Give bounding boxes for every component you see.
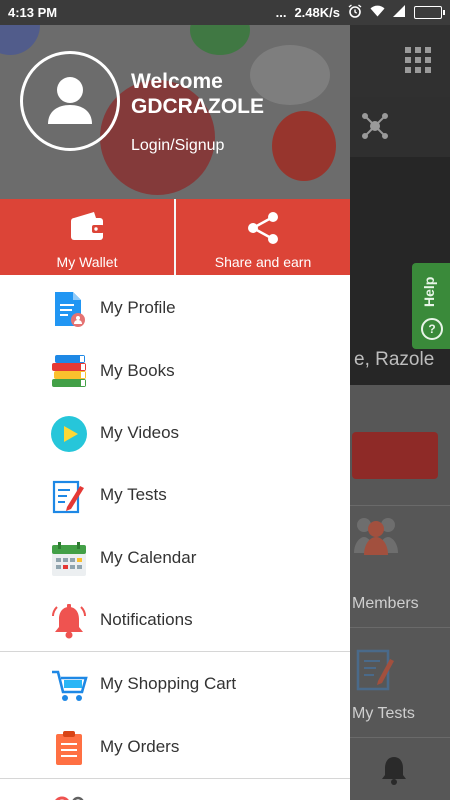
wallet-icon [70, 211, 104, 244]
drawer-header: Welcome GDCRAZOLE Login/Signup [0, 25, 350, 199]
username: GDCRAZOLE [131, 95, 264, 118]
decor-blob [272, 111, 336, 181]
background-divider [350, 627, 450, 628]
menu-item-my-orders[interactable]: My Orders [0, 716, 350, 778]
decor-blob [190, 25, 250, 55]
decor-blob [0, 25, 40, 55]
background-divider [350, 505, 450, 506]
welcome-label: Welcome [131, 70, 223, 93]
tests-icon [356, 647, 394, 696]
menu-item-label: My Profile [100, 298, 176, 317]
status-bar: 4:13 PM ... 2.48K/s [0, 0, 450, 25]
settings-gear-icon[interactable] [52, 793, 86, 800]
share-and-earn-label: Share and earn [214, 254, 312, 270]
menu-item-notifications[interactable]: Notifications [0, 589, 350, 651]
menu-item-my-calendar[interactable]: My Calendar [0, 527, 350, 589]
help-question-icon: ? [421, 318, 443, 340]
share-icon [246, 211, 280, 248]
network-speed: 2.48K/s [294, 5, 340, 20]
alarm-icon [348, 4, 362, 21]
tests-label: My Tests [352, 705, 415, 722]
signal-icon [393, 5, 406, 20]
status-icons: ... 2.48K/s [275, 4, 445, 21]
status-time: 4:13 PM [8, 5, 58, 20]
menu-item-label: My Orders [100, 737, 180, 756]
calendar-icon [50, 540, 88, 578]
menu-item-my-profile[interactable]: My Profile [0, 277, 350, 339]
navigation-drawer: Welcome GDCRAZOLE Login/Signup My Wallet… [0, 25, 350, 800]
members-label: Members [352, 595, 419, 612]
menu-divider [0, 651, 350, 652]
welcome-text: Welcome GDCRAZOLE [131, 69, 264, 119]
drawer-action-row: My Wallet Share and earn [0, 199, 350, 275]
bell-nav-icon[interactable] [380, 755, 408, 790]
orders-clipboard-icon [50, 729, 88, 767]
shopping-cart-icon [50, 666, 88, 704]
network-hub-icon[interactable] [362, 113, 388, 144]
my-wallet-label: My Wallet [56, 254, 118, 270]
status-dots: ... [275, 5, 287, 20]
help-label: Help [421, 276, 437, 307]
menu-item-my-tests[interactable]: My Tests [0, 464, 350, 526]
menu-item-my-shopping-cart[interactable]: My Shopping Cart [0, 653, 350, 715]
bell-icon [50, 602, 88, 640]
my-wallet-button[interactable]: My Wallet [0, 199, 174, 275]
menu-item-label: My Books [100, 361, 175, 380]
menu-item-my-videos[interactable]: My Videos [0, 402, 350, 464]
menu-item-label: My Calendar [100, 548, 197, 567]
menu-divider [0, 778, 350, 779]
user-avatar-icon [48, 77, 92, 124]
background-banner-text: e, Razole [354, 349, 435, 370]
profile-document-icon [50, 290, 88, 328]
wifi-icon [370, 5, 385, 20]
battery-icon [414, 6, 445, 19]
apps-grid-icon[interactable] [405, 47, 431, 78]
menu-item-label: Notifications [100, 610, 193, 629]
menu-item-label: My Tests [100, 485, 167, 504]
login-signup-link[interactable]: Login/Signup [131, 137, 224, 155]
play-video-icon [50, 415, 88, 453]
books-icon [50, 353, 90, 391]
background-divider [350, 737, 450, 738]
members-icon [352, 515, 400, 560]
help-tab[interactable]: Help ? [412, 263, 450, 349]
share-and-earn-button[interactable]: Share and earn [176, 199, 350, 275]
test-pencil-icon [50, 477, 88, 515]
menu-item-label: My Shopping Cart [100, 674, 237, 693]
menu-item-label: My Videos [100, 423, 180, 442]
background-red-button[interactable] [352, 432, 438, 479]
menu-item-my-books[interactable]: My Books [0, 340, 350, 402]
avatar[interactable] [20, 51, 120, 151]
